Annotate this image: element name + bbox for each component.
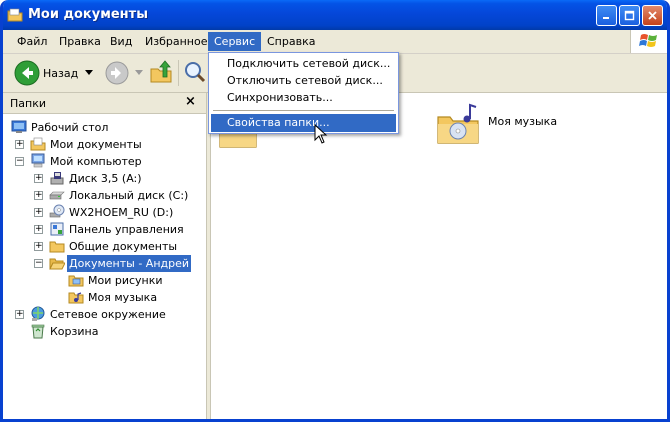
tree-item-label: Рабочий стол [31, 121, 109, 134]
expand-toggle[interactable]: + [34, 208, 43, 217]
tree-item-my-computer[interactable]: − Мой компьютер [3, 153, 206, 170]
collapse-toggle[interactable]: − [34, 259, 43, 268]
open-folder-icon [49, 258, 65, 270]
tree-item-label: Корзина [50, 325, 99, 338]
tree-item-label: Мои документы [50, 138, 142, 151]
dropdown-arrow-icon[interactable] [135, 70, 143, 76]
floppy-drive-icon [50, 172, 64, 185]
tree-item-local-disk-c[interactable]: + Локальный диск (C:) [3, 187, 206, 204]
tree-item-label: Моя музыка [88, 291, 158, 304]
windows-flag-icon [639, 34, 657, 47]
menu-favorites[interactable]: Избранное [139, 32, 213, 51]
tree-item-label: WX2HOEM_RU (D:) [69, 206, 174, 219]
folder-icon [49, 241, 65, 253]
tree-item-label: Сетевое окружение [50, 308, 166, 321]
back-button-label[interactable]: Назад [43, 67, 78, 80]
expand-toggle[interactable]: + [34, 242, 43, 251]
folder-window-icon [7, 8, 23, 22]
collapse-toggle[interactable]: − [15, 157, 24, 166]
forward-arrow-icon[interactable] [105, 61, 129, 85]
pictures-folder-icon [68, 275, 84, 287]
menu-item-map-network-drive[interactable]: Подключить сетевой диск... [211, 55, 396, 73]
control-panel-icon [50, 222, 64, 236]
menu-item-synchronize[interactable]: Синхронизовать... [211, 89, 396, 107]
expand-toggle[interactable]: + [15, 140, 24, 149]
folders-pane-title: Папки [10, 97, 46, 110]
tree-item-cd-drive-d[interactable]: + WX2HOEM_RU (D:) [3, 204, 206, 221]
menu-separator [213, 110, 394, 111]
tree-item-label: Панель управления [69, 223, 184, 236]
menu-file[interactable]: Файл [11, 32, 53, 51]
dropdown-arrow-icon[interactable] [85, 70, 93, 76]
network-icon [31, 306, 45, 321]
menu-bar: Файл Правка Вид Избранное Сервис Справка [3, 30, 667, 54]
close-icon [648, 11, 657, 20]
recycle-bin-icon [31, 324, 45, 339]
tree-item-my-pictures[interactable]: Мои рисунки [3, 272, 206, 289]
tree-item-my-music[interactable]: Моя музыка [3, 289, 206, 306]
tree-item-shared-documents[interactable]: + Общие документы [3, 238, 206, 255]
menu-help[interactable]: Справка [261, 32, 321, 51]
mouse-cursor-icon [314, 124, 328, 144]
tree-item-label: Мои рисунки [88, 274, 163, 287]
computer-icon [31, 153, 45, 168]
windows-logo [630, 30, 667, 53]
tree-item-network[interactable]: + Сетевое окружение [3, 306, 206, 323]
tree-item-floppy-a[interactable]: + Диск 3,5 (A:) [3, 170, 206, 187]
tree-item-label: Диск 3,5 (A:) [69, 172, 142, 185]
menu-edit[interactable]: Правка [53, 32, 107, 51]
menu-view[interactable]: Вид [104, 32, 138, 51]
content-item-label: Моя музыка [488, 115, 558, 128]
folder-tree: Рабочий стол + Мои документы − Мой компь… [3, 114, 206, 419]
tree-item-control-panel[interactable]: + Панель управления [3, 221, 206, 238]
menu-item-disconnect-network-drive[interactable]: Отключить сетевой диск... [211, 72, 396, 90]
music-folder-icon [437, 103, 479, 144]
tools-menu-dropdown: Подключить сетевой диск... Отключить сет… [208, 52, 399, 134]
tree-item-andrey-documents[interactable]: − Документы - Андрей [3, 255, 206, 272]
tree-item-my-documents[interactable]: + Мои документы [3, 136, 206, 153]
toolbar-separator [178, 60, 179, 86]
tree-item-label: Общие документы [69, 240, 178, 253]
expand-toggle[interactable]: + [15, 310, 24, 319]
tree-item-label: Мой компьютер [50, 155, 142, 168]
expand-toggle[interactable]: + [34, 174, 43, 183]
minimize-icon [603, 17, 609, 19]
tree-item-desktop[interactable]: Рабочий стол [3, 119, 206, 136]
folders-pane-header: Папки × [3, 93, 206, 114]
documents-folder-icon [30, 137, 46, 151]
close-button[interactable] [642, 5, 663, 26]
back-arrow-icon[interactable] [14, 60, 40, 86]
tree-item-label: Локальный диск (C:) [69, 189, 189, 202]
expand-toggle[interactable]: + [34, 191, 43, 200]
tree-item-label: Документы - Андрей [67, 255, 192, 272]
maximize-button[interactable] [619, 5, 640, 26]
content-pane: Моя музыка [211, 93, 667, 419]
hard-drive-icon [49, 191, 65, 200]
up-folder-icon[interactable] [149, 60, 173, 84]
tree-item-recycle-bin[interactable]: Корзина [3, 323, 206, 340]
music-folder-icon [68, 292, 84, 304]
close-pane-button[interactable]: × [185, 94, 196, 109]
minimize-button[interactable] [596, 5, 617, 26]
desktop-icon [11, 120, 27, 133]
maximize-icon [624, 10, 635, 21]
menu-item-folder-options[interactable]: Свойства папки... [211, 114, 396, 132]
search-icon[interactable] [183, 60, 207, 84]
menu-tools[interactable]: Сервис [208, 32, 262, 51]
expand-toggle[interactable]: + [34, 225, 43, 234]
window-title: Мои документы [28, 7, 148, 22]
title-bar[interactable]: Мои документы [3, 0, 667, 30]
cd-drive-icon [49, 204, 65, 218]
